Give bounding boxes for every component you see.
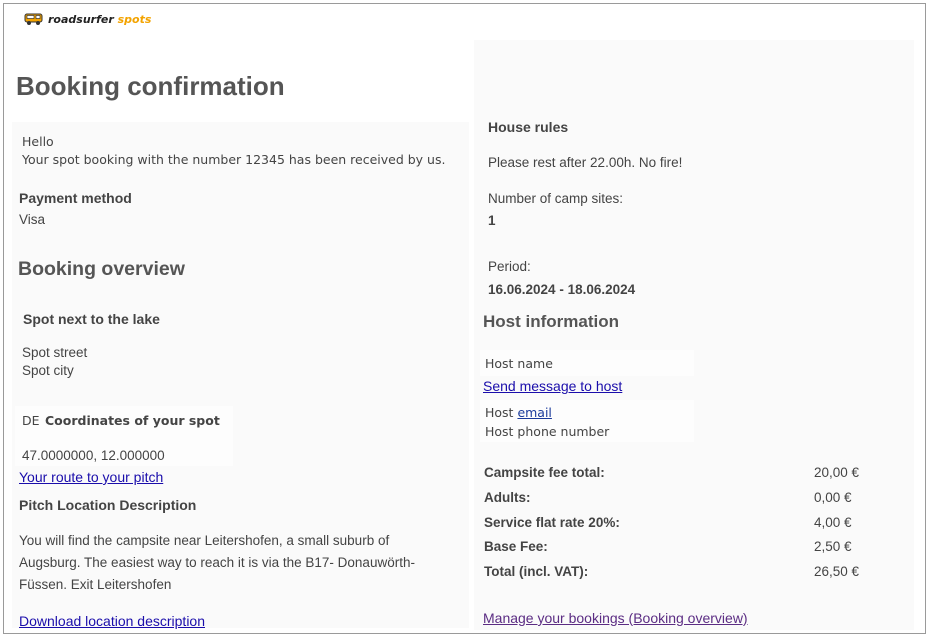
fee-value-total: 26,50 € — [814, 564, 860, 579]
host-email-link[interactable]: email — [517, 405, 551, 420]
send-message-link[interactable]: Send message to host — [483, 378, 622, 394]
camp-sites-label: Number of camp sites: — [488, 191, 624, 206]
coordinates-value: 47.0000000, 12.000000 — [22, 448, 165, 463]
host-phone: Host phone number — [485, 424, 610, 439]
payment-value: Visa — [19, 212, 46, 227]
fee-value-adults: 0,00 € — [814, 490, 852, 505]
spot-street: Spot street — [22, 345, 88, 360]
country-code: DE — [22, 413, 40, 428]
fee-label-service: Service flat rate 20%: — [484, 515, 620, 530]
coordinates-label: Coordinates of your spot — [45, 413, 220, 428]
route-link[interactable]: Your route to your pitch — [19, 469, 163, 485]
spot-city: Spot city — [22, 363, 74, 378]
camp-sites-value: 1 — [488, 213, 496, 228]
house-rules-text: Please rest after 22.00h. No fire! — [488, 155, 683, 170]
pitch-line-1: You will find the campsite near Leitersh… — [19, 533, 390, 548]
pitch-line-2: Augsburg. The easiest way to reach it is… — [19, 555, 415, 570]
period-value: 16.06.2024 - 18.06.2024 — [488, 282, 636, 297]
fee-label-adults: Adults: — [484, 490, 531, 505]
van-icon — [24, 12, 44, 26]
pitch-heading: Pitch Location Description — [19, 497, 197, 513]
host-email-prefix: Host — [485, 405, 518, 420]
pitch-line-3: Füssen. Exit Leitershofen — [19, 577, 172, 592]
download-location-link[interactable]: Download location description — [19, 613, 205, 629]
page-title: Booking confirmation — [16, 71, 285, 101]
greeting-message: Your spot booking with the number 12345 … — [22, 152, 446, 167]
greeting-hello: Hello — [22, 134, 54, 149]
fee-value-base: 2,50 € — [814, 539, 852, 554]
fee-value-campsite: 20,00 € — [814, 465, 860, 480]
fee-label-base: Base Fee: — [484, 539, 548, 554]
host-name: Host name — [485, 356, 553, 371]
spot-name: Spot next to the lake — [23, 311, 160, 327]
logo-wordmark: roadsurfer spots — [48, 12, 152, 26]
fee-label-campsite: Campsite fee total: — [484, 465, 605, 480]
brand-logo[interactable]: roadsurfer spots — [24, 12, 151, 26]
booking-overview-heading: Booking overview — [18, 258, 185, 280]
fee-label-total: Total (incl. VAT): — [484, 564, 589, 579]
payment-heading: Payment method — [19, 190, 132, 206]
period-label: Period: — [488, 259, 531, 274]
manage-bookings-link[interactable]: Manage your bookings (Booking overview) — [483, 610, 748, 626]
host-info-heading: Host information — [483, 312, 619, 331]
house-rules-heading: House rules — [488, 119, 569, 135]
host-email-line: Host email — [485, 405, 552, 420]
fee-value-service: 4,00 € — [814, 515, 852, 530]
